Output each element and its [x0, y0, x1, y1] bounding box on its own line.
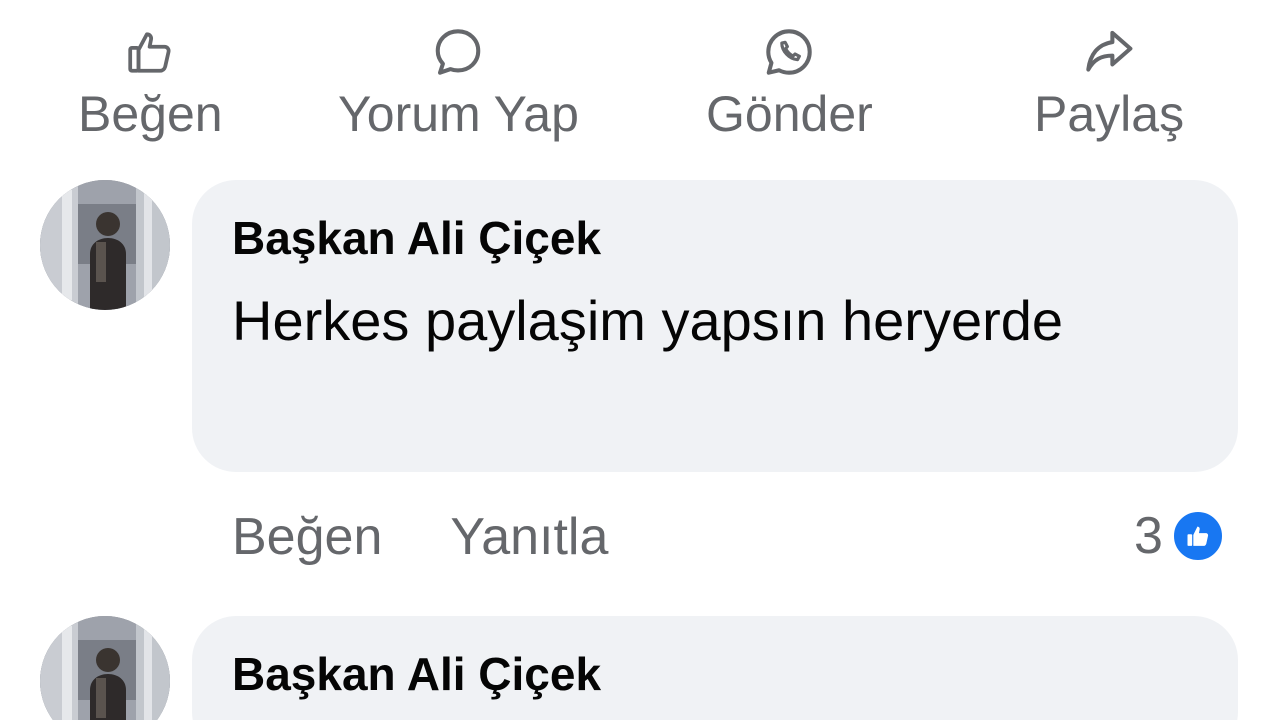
comment-bubble-icon	[430, 24, 486, 80]
facebook-post-comments: Beğen Yorum Yap Gönder Paylaş Başkan Ali…	[0, 0, 1280, 720]
comment-text: Herkes paylaşim yapsın heryerde	[232, 289, 1064, 352]
thumbs-up-icon	[122, 24, 178, 80]
share-button[interactable]: Paylaş	[1034, 24, 1184, 144]
avatar[interactable]	[40, 180, 170, 310]
comment-author[interactable]: Başkan Ali Çiçek	[232, 644, 1198, 704]
comment-bubble: Başkan Ali Çiçek Herkes paylaşim yapsın …	[192, 180, 1238, 472]
comment-item: Başkan Ali Çiçek Herkes paylaşim yapsın …	[0, 180, 1280, 580]
comment-button-label: Yorum Yap	[338, 86, 579, 142]
reaction-count: 3	[1134, 507, 1163, 565]
send-button-label: Gönder	[706, 86, 873, 142]
avatar[interactable]	[40, 616, 170, 720]
like-reaction-icon	[1170, 509, 1225, 563]
comment-button[interactable]: Yorum Yap	[338, 24, 579, 144]
like-button-label: Beğen	[78, 86, 223, 142]
share-button-label: Paylaş	[1034, 86, 1185, 142]
comment-item: Başkan Ali Çiçek	[0, 616, 1280, 720]
send-button[interactable]: Gönder	[706, 24, 873, 144]
comment-reply-button[interactable]: Yanıtla	[450, 502, 608, 572]
comment-actions: Beğen Yanıtla	[232, 502, 608, 572]
comment-author[interactable]: Başkan Ali Çiçek	[232, 208, 1198, 268]
like-button[interactable]: Beğen	[78, 24, 223, 144]
whatsapp-icon	[761, 24, 817, 80]
share-arrow-icon	[1081, 24, 1137, 80]
comment-bubble: Başkan Ali Çiçek	[192, 616, 1238, 720]
reaction-summary[interactable]: 3	[1134, 496, 1225, 576]
comment-like-button[interactable]: Beğen	[232, 502, 382, 572]
post-action-bar: Beğen Yorum Yap Gönder Paylaş	[0, 24, 1280, 154]
